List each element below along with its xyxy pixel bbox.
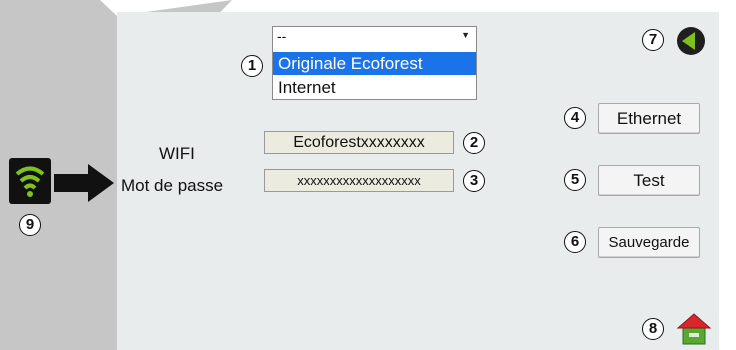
callout-3: 3 <box>463 170 485 192</box>
callout-7: 7 <box>642 29 664 51</box>
callout-8: 8 <box>642 318 664 340</box>
ethernet-button[interactable]: Ethernet <box>598 103 700 134</box>
wifi-label: WIFI <box>159 144 195 163</box>
select-option-internet[interactable]: Internet <box>273 76 476 99</box>
wifi-network-select[interactable]: -- ▼ Originale Ecoforest Internet <box>272 26 477 100</box>
callout-4: 4 <box>564 107 586 129</box>
wifi-icon[interactable] <box>9 158 51 204</box>
save-button[interactable]: Sauvegarde <box>598 227 700 258</box>
select-current[interactable]: -- ▼ <box>273 27 476 52</box>
password-field[interactable]: xxxxxxxxxxxxxxxxxxx <box>264 169 454 192</box>
home-icon[interactable] <box>676 312 712 346</box>
chevron-down-icon: ▼ <box>461 30 470 40</box>
callout-9: 9 <box>19 214 41 236</box>
callout-5: 5 <box>564 169 586 191</box>
back-arrow-icon[interactable] <box>676 26 706 56</box>
right-arrow-icon <box>54 164 114 202</box>
password-label: Mot de passe <box>121 176 224 195</box>
callout-2: 2 <box>463 132 485 154</box>
wifi-ssid-field[interactable]: Ecoforestxxxxxxxx <box>264 131 454 154</box>
select-option-ecoforest[interactable]: Originale Ecoforest <box>273 52 476 75</box>
test-button[interactable]: Test <box>598 165 700 196</box>
callout-6: 6 <box>564 231 586 253</box>
select-current-value: -- <box>277 28 287 44</box>
callout-1: 1 <box>241 55 263 77</box>
